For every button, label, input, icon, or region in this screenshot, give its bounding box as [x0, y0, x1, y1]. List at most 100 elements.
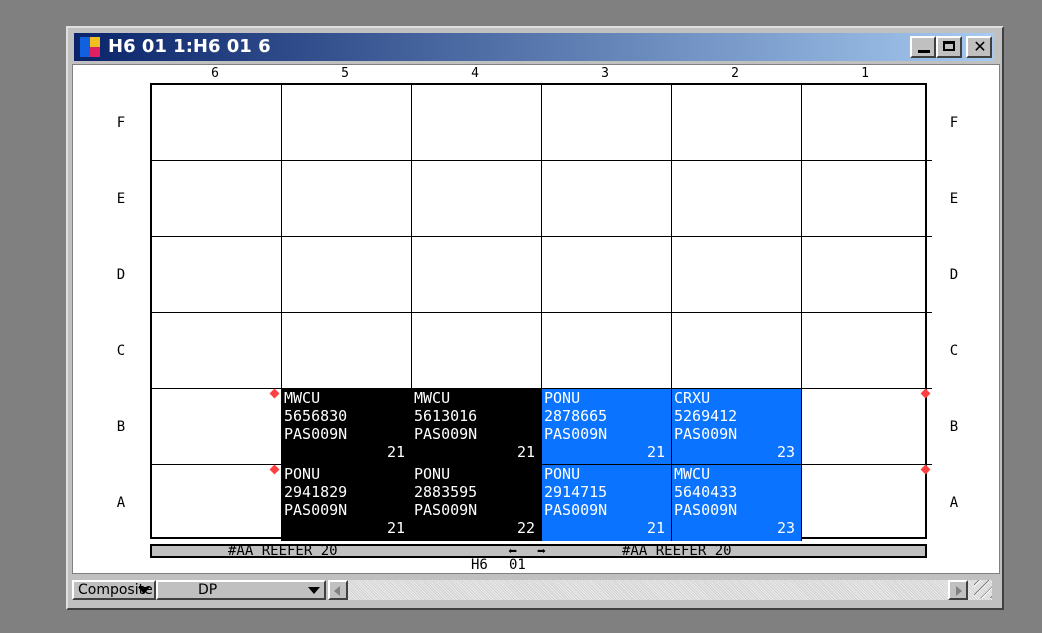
bay-label: 4: [471, 66, 479, 81]
container-number: 2941829: [284, 483, 348, 501]
container-slot[interactable]: MWCU 5656830 PAS009N 21: [282, 389, 412, 465]
container-weight: 21: [646, 443, 665, 461]
slot-cell[interactable]: [672, 237, 802, 313]
container-number: 5269412: [674, 407, 738, 425]
view-select[interactable]: Composite: [72, 580, 156, 600]
minimize-button[interactable]: [910, 36, 936, 58]
slot-cell[interactable]: [802, 85, 932, 161]
container-number: 2914715: [544, 483, 608, 501]
close-icon: ✕: [973, 37, 987, 56]
minimize-icon: [918, 50, 930, 53]
slot-cell[interactable]: [542, 313, 672, 389]
scroll-right-button[interactable]: [948, 580, 968, 600]
container-weight: 23: [776, 519, 795, 537]
container-prefix: MWCU: [414, 389, 451, 407]
container-slot[interactable]: PONU 2878665 PAS009N 21: [542, 389, 672, 465]
bay-label: 1: [861, 66, 869, 81]
container-weight: 21: [386, 443, 405, 461]
scroll-left-button[interactable]: [328, 580, 348, 600]
row-label-right: A: [949, 495, 959, 511]
slot-cell[interactable]: [152, 237, 282, 313]
container-slot[interactable]: MWCU 5640433 PAS009N 23: [672, 465, 802, 541]
voyage-code: PAS009N: [544, 425, 608, 443]
slot-cell[interactable]: [542, 161, 672, 237]
row-label-left: C: [116, 343, 126, 359]
bay-id-part2: 01: [509, 557, 526, 573]
slot-cell[interactable]: [412, 85, 542, 161]
slot-cell[interactable]: [802, 237, 932, 313]
slot-cell[interactable]: [282, 161, 412, 237]
container-slot[interactable]: PONU 2941829 PAS009N 21: [282, 465, 412, 541]
container-prefix: PONU: [544, 465, 581, 483]
slot-cell[interactable]: [542, 237, 672, 313]
horizontal-scrollbar[interactable]: [328, 580, 992, 600]
container-slot[interactable]: PONU 2883595 PAS009N 22: [412, 465, 542, 541]
slot-cell[interactable]: [672, 85, 802, 161]
bottom-toolbar: Composite DP: [72, 578, 996, 604]
slot-cell[interactable]: [412, 161, 542, 237]
slot-cell[interactable]: [412, 313, 542, 389]
row-label-right: D: [949, 267, 959, 283]
container-slot[interactable]: CRXU 5269412 PAS009N 23: [672, 389, 802, 465]
slot-cell[interactable]: [152, 464, 282, 541]
arrow-right-icon[interactable]: ➡: [537, 543, 546, 559]
voyage-code: PAS009N: [414, 425, 478, 443]
bay-plan-window: H6 01 1:H6 01 6 ✕ 654321 FFEEDDCCBBAA MW…: [66, 26, 1004, 610]
container-prefix: MWCU: [284, 389, 321, 407]
container-weight: 22: [516, 519, 535, 537]
slot-cell[interactable]: [802, 161, 932, 237]
slot-cell[interactable]: [412, 237, 542, 313]
maximize-icon: [943, 41, 955, 51]
container-weight: 21: [516, 443, 535, 461]
reefer-marker-icon: [920, 388, 931, 399]
reefer-summary-right: #AA REEFER 20: [622, 543, 732, 559]
slot-cell[interactable]: [282, 313, 412, 389]
container-prefix: PONU: [544, 389, 581, 407]
container-prefix: PONU: [414, 465, 451, 483]
container-weight: 21: [646, 519, 665, 537]
slot-cell[interactable]: [152, 161, 282, 237]
voyage-code: PAS009N: [414, 501, 478, 519]
stowage-grid: MWCU 5656830 PAS009N 21 MWCU 5613016 PAS009N 21…: [150, 83, 932, 541]
app-icon: [80, 37, 100, 57]
mode-select-value: DP: [198, 582, 218, 598]
container-prefix: CRXU: [674, 389, 711, 407]
reefer-marker-icon: [920, 464, 931, 475]
voyage-code: PAS009N: [674, 425, 738, 443]
slot-cell[interactable]: [672, 313, 802, 389]
bay-id-part1: H6: [471, 557, 488, 573]
voyage-code: PAS009N: [284, 501, 348, 519]
resize-grip-icon[interactable]: [974, 580, 992, 598]
container-weight: 23: [776, 443, 795, 461]
maximize-button[interactable]: [936, 36, 962, 58]
container-number: 5656830: [284, 407, 348, 425]
reefer-summary-left: #AA REEFER 20: [228, 543, 338, 559]
row-label-left: F: [116, 115, 126, 131]
row-label-left: E: [116, 191, 126, 207]
row-label-right: F: [949, 115, 959, 131]
row-label-left: B: [116, 419, 126, 435]
slot-cell[interactable]: [802, 388, 932, 465]
close-button[interactable]: ✕: [966, 36, 992, 58]
container-prefix: PONU: [284, 465, 321, 483]
mode-select[interactable]: DP: [156, 580, 326, 600]
reefer-marker-icon: [269, 464, 280, 475]
slot-cell[interactable]: [542, 85, 672, 161]
bay-plan-view: 654321 FFEEDDCCBBAA MWCU 5656830 PAS009N 21…: [72, 64, 1000, 574]
container-prefix: MWCU: [674, 465, 711, 483]
slot-cell[interactable]: [282, 237, 412, 313]
slot-cell[interactable]: [802, 313, 932, 389]
container-slot[interactable]: PONU 2914715 PAS009N 21: [542, 465, 672, 541]
container-weight: 21: [386, 519, 405, 537]
title-bar[interactable]: H6 01 1:H6 01 6 ✕: [74, 33, 994, 61]
slot-cell[interactable]: [802, 464, 932, 541]
slot-cell[interactable]: [672, 161, 802, 237]
container-slot[interactable]: MWCU 5613016 PAS009N 21: [412, 389, 542, 465]
slot-cell[interactable]: [282, 85, 412, 161]
container-number: 5613016: [414, 407, 478, 425]
slot-cell[interactable]: [152, 85, 282, 161]
row-label-right: E: [949, 191, 959, 207]
slot-cell[interactable]: [152, 313, 282, 389]
row-label-left: D: [116, 267, 126, 283]
slot-cell[interactable]: [152, 388, 282, 465]
